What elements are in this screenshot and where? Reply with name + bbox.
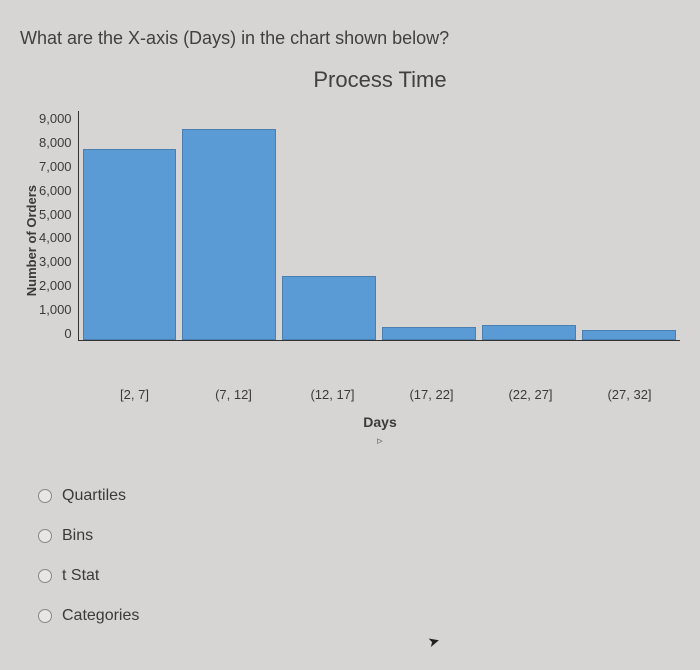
option-tstat[interactable]: t Stat <box>38 567 680 585</box>
bar-slot <box>83 111 177 340</box>
radio-icon <box>38 609 52 623</box>
option-bins[interactable]: Bins <box>38 527 680 545</box>
bar-slot <box>482 111 576 340</box>
option-label: Categories <box>62 607 139 625</box>
plot-area <box>78 111 680 341</box>
bar <box>182 129 276 340</box>
bar-slot <box>382 111 476 340</box>
bar <box>282 276 376 340</box>
ytick: 6,000 <box>39 183 72 198</box>
xtick: (27, 32] <box>583 387 676 402</box>
xtick: [2, 7] <box>88 387 181 402</box>
xtick: (22, 27] <box>484 387 577 402</box>
option-quartiles[interactable]: Quartiles <box>38 487 680 505</box>
y-axis-ticks: 9,000 8,000 7,000 6,000 5,000 4,000 3,00… <box>39 111 78 341</box>
radio-icon <box>38 489 52 503</box>
bar <box>83 149 177 340</box>
chart-area: Number of Orders 9,000 8,000 7,000 6,000… <box>20 111 680 371</box>
x-axis-ticks: [2, 7] (7, 12] (12, 17] (17, 22] (22, 27] (27… <box>84 379 680 402</box>
option-label: t Stat <box>62 567 99 585</box>
radio-icon <box>38 569 52 583</box>
option-categories[interactable]: Categories <box>38 607 680 625</box>
bar-slot <box>582 111 676 340</box>
ytick: 1,000 <box>39 302 72 317</box>
option-label: Bins <box>62 527 93 545</box>
bar-slot <box>282 111 376 340</box>
option-label: Quartiles <box>62 487 126 505</box>
ytick: 0 <box>64 326 71 341</box>
ytick: 3,000 <box>39 254 72 269</box>
ytick: 2,000 <box>39 278 72 293</box>
ytick: 7,000 <box>39 159 72 174</box>
y-axis-label: Number of Orders <box>20 185 39 296</box>
bar <box>482 325 576 340</box>
chart-title: Process Time <box>20 67 680 93</box>
ytick: 5,000 <box>39 207 72 222</box>
xtick: (7, 12] <box>187 387 280 402</box>
bar-slot <box>182 111 276 340</box>
ytick: 8,000 <box>39 135 72 150</box>
ytick: 4,000 <box>39 230 72 245</box>
x-axis-label: Days <box>20 414 680 430</box>
question-text: What are the X-axis (Days) in the chart … <box>20 28 680 49</box>
bar <box>582 330 676 340</box>
answer-options: Quartiles Bins t Stat Categories <box>20 487 680 625</box>
cursor-icon: ➤ <box>426 632 442 651</box>
xtick: (12, 17] <box>286 387 379 402</box>
chart-footer-icon: ▹ <box>20 434 680 447</box>
ytick: 9,000 <box>39 111 72 126</box>
radio-icon <box>38 529 52 543</box>
xtick: (17, 22] <box>385 387 478 402</box>
bar <box>382 327 476 340</box>
